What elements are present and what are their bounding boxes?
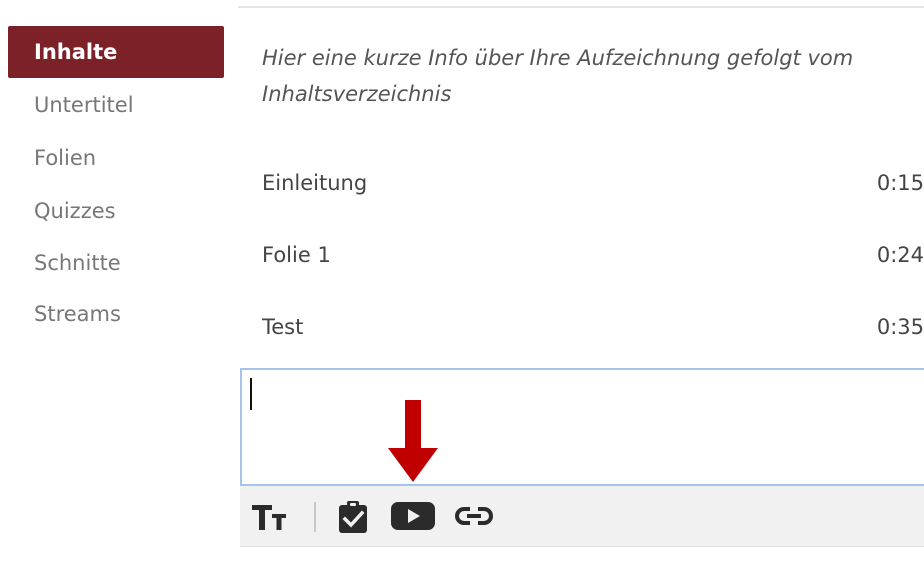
link-icon[interactable] [454,500,494,532]
toc-entry-title: Einleitung [262,171,368,195]
sidebar: Inhalte Untertitel Folien Quizzes Schnit… [0,0,224,580]
page: Inhalte Untertitel Folien Quizzes Schnit… [0,0,924,580]
toc-entry-title: Folie 1 [262,243,331,267]
editor-toolbar [240,486,924,547]
sidebar-item-inhalte[interactable]: Inhalte [8,26,224,78]
toc-entry-title: Test [262,315,304,339]
toc-entry[interactable]: Einleitung 0:15 [262,166,924,200]
text-caret [250,378,252,410]
sidebar-item-untertitel[interactable]: Untertitel [34,93,134,117]
toc-entry-time: 0:24 [876,243,924,267]
sidebar-item-schnitte[interactable]: Schnitte [34,251,121,275]
sidebar-item-streams[interactable]: Streams [34,302,121,326]
sidebar-item-folien[interactable]: Folien [34,146,96,170]
text-size-icon[interactable] [250,500,300,532]
quiz-clipboard-icon[interactable] [336,500,370,533]
toc-entry[interactable]: Folie 1 0:24 [262,238,924,272]
recording-intro-text: Hier eine kurze Info über Ihre Aufzeichn… [262,46,854,106]
toc-entry-time: 0:15 [876,171,924,195]
down-arrow-indicator [388,400,438,482]
toc-entry-time: 0:35 [876,315,924,339]
toolbar-divider [314,502,316,532]
toc-entry[interactable]: Test 0:35 [262,310,924,344]
chapter-text-editor[interactable] [240,368,924,486]
sidebar-item-quizzes[interactable]: Quizzes [34,199,116,223]
video-play-icon[interactable] [390,500,436,532]
